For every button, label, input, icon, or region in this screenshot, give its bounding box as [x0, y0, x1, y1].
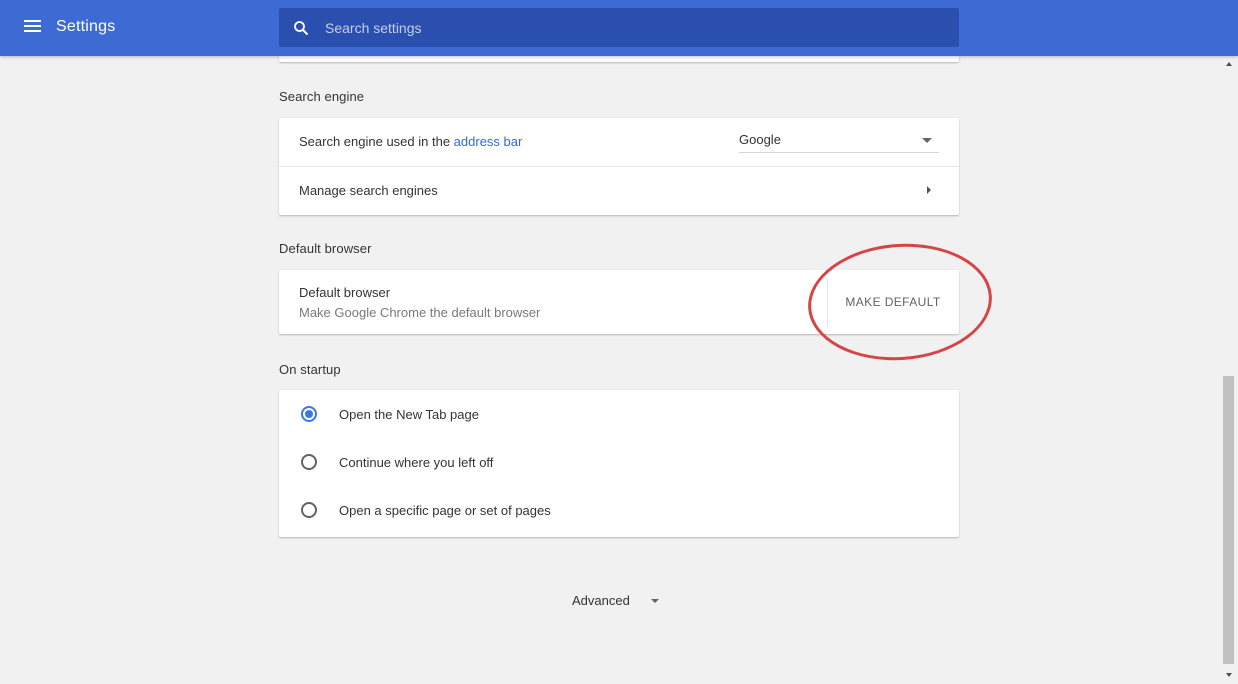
search-engine-select[interactable]: Google — [739, 131, 939, 153]
default-browser-subtitle: Make Google Chrome the default browser — [299, 305, 541, 320]
startup-option-specific-pages[interactable]: Open a specific page or set of pages — [279, 486, 959, 534]
startup-option-label: Open the New Tab page — [339, 407, 479, 422]
scroll-down-arrow-icon[interactable] — [1226, 673, 1232, 677]
scroll-up-arrow-icon[interactable] — [1226, 62, 1232, 66]
search-bar[interactable] — [279, 8, 959, 47]
search-engine-label: Search engine used in the address bar — [299, 134, 522, 149]
startup-option-new-tab[interactable]: Open the New Tab page — [279, 390, 959, 438]
startup-option-label: Continue where you left off — [339, 455, 494, 470]
default-browser-card: Default browser Make Google Chrome the d… — [279, 270, 959, 334]
manage-search-engines-row[interactable]: Manage search engines — [279, 167, 959, 215]
on-startup-section-title: On startup — [279, 362, 341, 377]
startup-option-continue[interactable]: Continue where you left off — [279, 438, 959, 486]
default-browser-title: Default browser — [299, 285, 391, 300]
chevron-right-icon — [927, 186, 931, 194]
chevron-down-icon[interactable] — [651, 599, 659, 603]
scrollbar-thumb[interactable] — [1223, 376, 1234, 664]
settings-header: Settings — [0, 0, 1238, 56]
search-engine-card: Search engine used in the address bar Go… — [279, 118, 959, 215]
page-title: Settings — [56, 18, 116, 35]
search-engine-value: Google — [739, 132, 781, 147]
radio-button[interactable] — [301, 454, 317, 470]
vertical-divider — [827, 278, 828, 326]
default-browser-section-title: Default browser — [279, 241, 372, 256]
search-engine-section-title: Search engine — [279, 89, 365, 104]
search-icon — [294, 21, 309, 36]
menu-icon[interactable] — [24, 18, 44, 38]
search-engine-label-text: Search engine used in the — [299, 134, 454, 149]
scrollbar[interactable] — [1221, 56, 1238, 684]
address-bar-link[interactable]: address bar — [454, 134, 523, 149]
manage-search-engines-label: Manage search engines — [299, 183, 438, 198]
advanced-toggle[interactable]: Advanced — [572, 593, 630, 608]
on-startup-card: Open the New Tab page Continue where you… — [279, 390, 959, 537]
make-default-button[interactable]: MAKE DEFAULT — [833, 290, 953, 314]
radio-button[interactable] — [301, 502, 317, 518]
search-engine-row: Search engine used in the address bar Go… — [279, 118, 959, 166]
startup-option-label: Open a specific page or set of pages — [339, 503, 551, 518]
dropdown-arrow-icon — [922, 138, 932, 143]
radio-button-selected[interactable] — [301, 406, 317, 422]
search-input[interactable] — [325, 8, 945, 47]
